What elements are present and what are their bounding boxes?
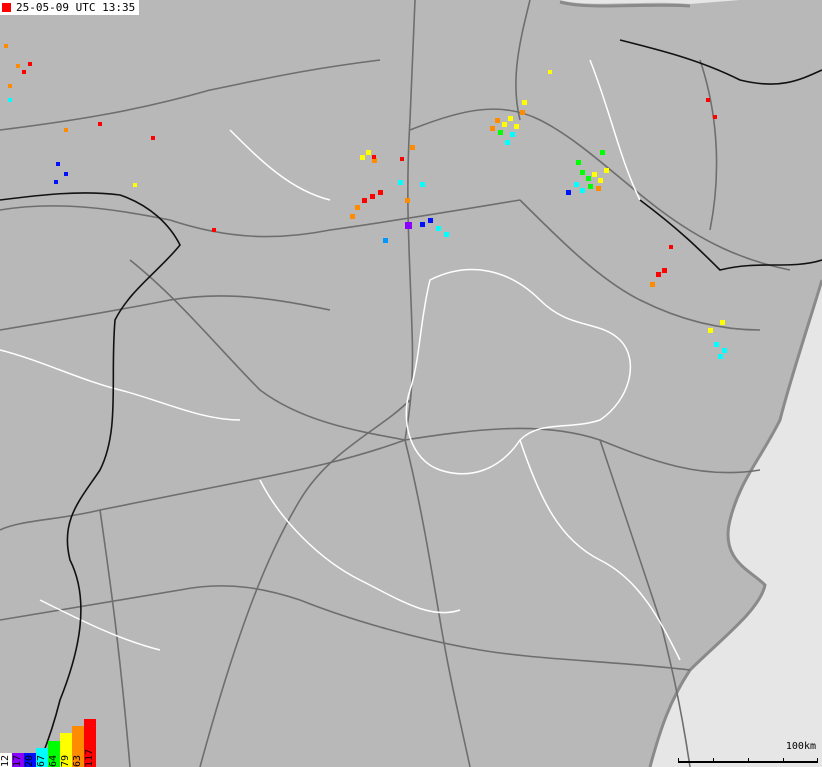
- legend-bar: 79: [60, 733, 72, 767]
- legend-label: 117: [84, 748, 95, 767]
- strike-count-legend: 12 17 20 67 64 79 63 117: [0, 719, 96, 767]
- scale-tick: [817, 758, 818, 763]
- legend-bar: 63: [72, 726, 84, 767]
- scale-bar: 100km: [678, 741, 818, 763]
- legend-bar: 20: [24, 753, 36, 767]
- live-marker-icon: [2, 3, 11, 12]
- scale-label: 100km: [785, 741, 816, 752]
- legend-bar: 67: [36, 748, 48, 767]
- legend-label: 79: [60, 754, 71, 767]
- legend-label: 17: [12, 754, 23, 767]
- scale-tick: [713, 758, 714, 763]
- scale-tick: [748, 758, 749, 763]
- legend-bar: 12: [0, 753, 12, 767]
- legend-label: 20: [24, 754, 35, 767]
- timestamp-text: 25-05-09 UTC 13:35: [16, 1, 136, 14]
- legend-label: 64: [48, 754, 59, 767]
- timestamp-header: 25-05-09 UTC 13:35: [0, 0, 140, 15]
- scale-tick: [678, 758, 679, 763]
- lightning-map[interactable]: [0, 0, 822, 767]
- scale-tick: [783, 758, 784, 763]
- legend-bar: 117: [84, 719, 96, 767]
- legend-label: 67: [36, 754, 47, 767]
- legend-label: 63: [72, 754, 83, 767]
- legend-label: 12: [0, 754, 11, 767]
- legend-bar: 17: [12, 753, 24, 767]
- legend-bar: 64: [48, 741, 60, 767]
